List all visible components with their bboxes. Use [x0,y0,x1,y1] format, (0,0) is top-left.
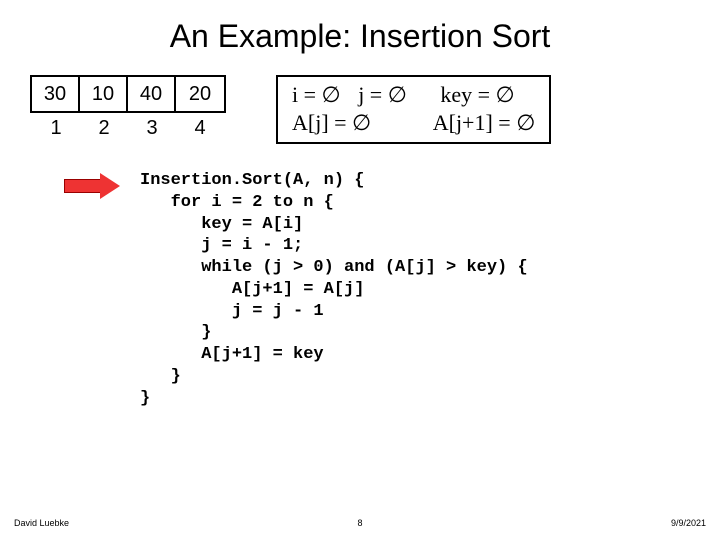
state-key: key = ∅ [440,81,514,109]
state-aj1: A[j+1] = ∅ [433,109,536,137]
pointer-arrow [64,175,120,197]
array-index: 3 [128,113,176,140]
footer-author: David Luebke [14,518,69,528]
code-block: Insertion.Sort(A, n) { for i = 2 to n { … [140,170,528,409]
arrow-icon [64,175,120,197]
slide-title: An Example: Insertion Sort [0,0,720,75]
state-i: i = ∅ [292,81,341,109]
state-aj: A[j] = ∅ [292,109,371,137]
array-indices: 1 2 3 4 [30,113,226,140]
array-cell: 20 [176,77,224,111]
array-index: 1 [32,113,80,140]
array-index: 4 [176,113,224,140]
array-block: 30 10 40 20 1 2 3 4 [30,75,226,140]
footer-date: 9/9/2021 [671,518,706,528]
array-cell: 30 [32,77,80,111]
array-cell: 10 [80,77,128,111]
state-j: j = ∅ [358,81,407,109]
footer-page: 8 [357,518,362,528]
array-cell: 40 [128,77,176,111]
state-box: i = ∅ j = ∅ key = ∅ A[j] = ∅ A[j+1] = ∅ [276,75,551,144]
array-index: 2 [80,113,128,140]
top-row: 30 10 40 20 1 2 3 4 i = ∅ j = ∅ key = ∅ … [0,75,720,144]
array-cells: 30 10 40 20 [30,75,226,113]
